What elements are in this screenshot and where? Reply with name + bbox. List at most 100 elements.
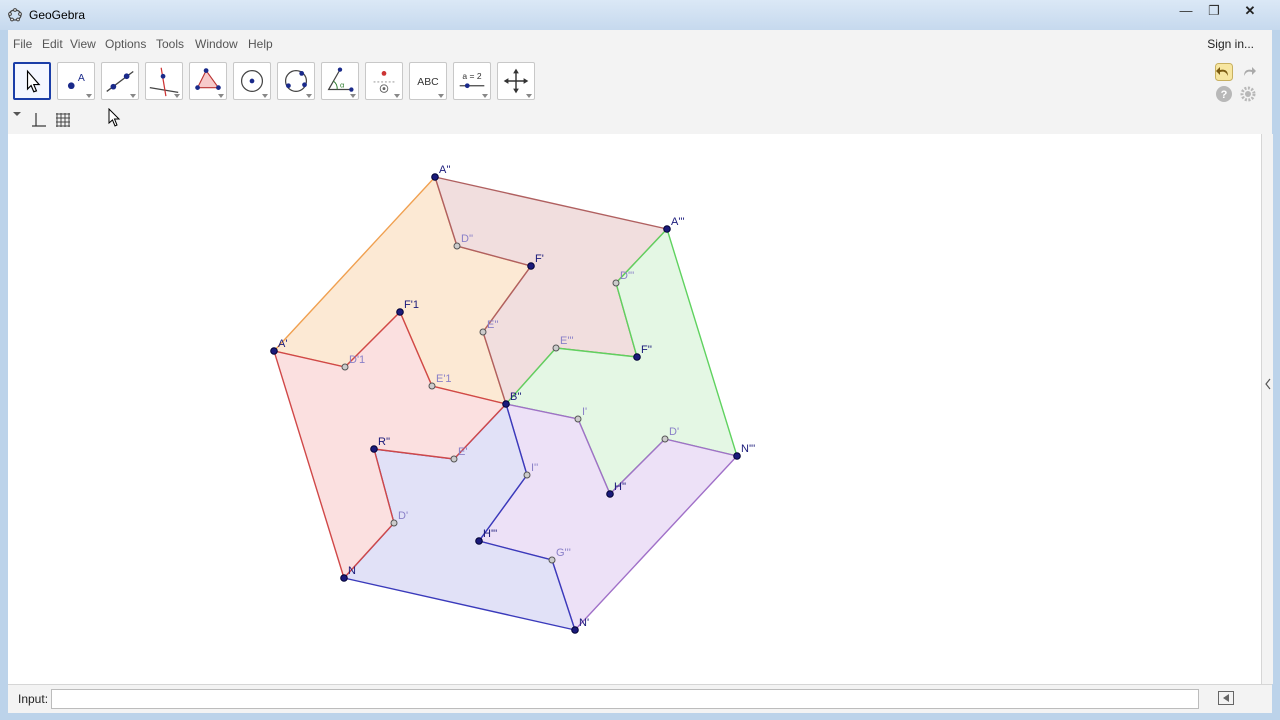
chevron-down-icon [350,94,356,98]
point-label: E'1 [436,373,452,385]
toolbar: A α ABC a = 2 ? [8,58,1272,106]
input-bar: Input: [8,684,1272,713]
title-bar: GeoGebra — ❐ ✕ [0,0,1280,30]
input-label: Input: [18,692,49,706]
undo-icon[interactable] [1215,63,1233,81]
point[interactable] [663,225,671,233]
menu-bar: File Edit View Options Tools Window Help… [8,30,1272,59]
move-graphics-view-tool-button[interactable] [497,62,535,100]
point-label: E'' [487,319,499,331]
point[interactable] [606,490,614,498]
panel-edge [1261,134,1273,684]
point[interactable] [341,363,349,371]
maximize-button[interactable]: ❐ [1200,2,1228,22]
point-label: G''' [556,547,571,559]
text-tool-button[interactable]: ABC [409,62,447,100]
point-label: H''' [483,528,497,540]
angle-tool-button[interactable]: α [321,62,359,100]
menu-help[interactable]: Help [248,37,273,51]
point-label: D' [669,426,679,438]
point[interactable] [612,279,620,287]
mouse-cursor-icon [108,108,121,127]
chevron-down-icon [526,94,532,98]
point[interactable] [574,415,582,423]
menu-view[interactable]: View [70,37,96,51]
point[interactable] [428,382,436,390]
chevron-down-icon [262,94,268,98]
new-point-tool-button[interactable]: A [57,62,95,100]
move-tool-button[interactable] [13,62,51,100]
point-label: I'' [531,462,538,474]
perpendicular-line-tool-button[interactable] [145,62,183,100]
geogebra-logo-icon [8,8,22,22]
svg-text:α: α [340,81,345,90]
menu-window[interactable]: Window [195,37,238,51]
point-label: F'1 [404,299,419,311]
geometry-canvas[interactable]: A'' D'' F' E'' A''' D''' F'' E''' A' D'1 F'1 E'1 B''… [8,134,1261,684]
help-icon[interactable]: ? [1215,85,1233,103]
point[interactable] [370,445,378,453]
point[interactable] [552,344,560,352]
polygon-tool-button[interactable] [189,62,227,100]
point[interactable] [733,452,741,460]
point[interactable] [450,455,458,463]
chevron-down-icon [438,94,444,98]
point[interactable] [527,262,535,270]
input-field[interactable] [51,689,1199,709]
chevron-down-icon [306,94,312,98]
chevron-down-icon [130,94,136,98]
settings-gear-icon[interactable] [1239,85,1257,103]
point[interactable] [633,353,641,361]
menu-file[interactable]: File [13,37,32,51]
point-label: A'' [439,164,451,176]
point-label: N''' [741,443,755,455]
point-label: F' [535,253,544,265]
point[interactable] [431,173,439,181]
point-label: N [348,565,356,577]
point-label: A''' [671,216,685,228]
collapse-panel-icon[interactable] [1264,378,1272,390]
point[interactable] [502,400,510,408]
point[interactable] [475,537,483,545]
menu-edit[interactable]: Edit [42,37,63,51]
point-label: D''' [620,270,634,282]
chevron-down-icon [394,94,400,98]
graphics-view[interactable]: A'' D'' F' E'' A''' D''' F'' E''' A' D'1 F'1 E'1 B''… [8,134,1261,684]
style-bar [8,106,1272,135]
point[interactable] [396,308,404,316]
point[interactable] [523,471,531,479]
close-button[interactable]: ✕ [1228,2,1272,22]
point-label: D'1 [349,354,365,366]
point-label: E' [458,446,467,458]
sign-in-link[interactable]: Sign in... [1207,37,1254,51]
point[interactable] [661,435,669,443]
text-tool-label: ABC [417,77,439,88]
line-tool-button[interactable] [101,62,139,100]
point[interactable] [571,626,579,634]
menu-options[interactable]: Options [105,37,146,51]
point[interactable] [453,242,461,250]
grid-toggle-icon[interactable] [54,111,72,129]
circle-tool-button[interactable] [233,62,271,100]
input-help-icon[interactable] [1218,691,1234,705]
slider-tool-button[interactable]: a = 2 [453,62,491,100]
point-label: D'' [461,233,473,245]
point[interactable] [390,519,398,527]
point[interactable] [548,556,556,564]
point-label: A' [278,338,287,350]
point[interactable] [479,328,487,336]
ellipse-tool-button[interactable] [277,62,315,100]
slider-tool-label: a = 2 [462,71,481,81]
minimize-button[interactable]: — [1172,2,1200,22]
point[interactable] [270,347,278,355]
point[interactable] [340,574,348,582]
reflect-tool-button[interactable] [365,62,403,100]
redo-icon[interactable] [1239,63,1257,81]
menu-tools[interactable]: Tools [156,37,184,51]
chevron-down-icon [218,94,224,98]
axes-toggle-icon[interactable] [30,111,48,129]
svg-text:A: A [78,73,85,84]
triangle-down-icon[interactable] [12,110,22,118]
point-label: F'' [641,344,652,356]
arrow-cursor-icon [26,69,41,93]
